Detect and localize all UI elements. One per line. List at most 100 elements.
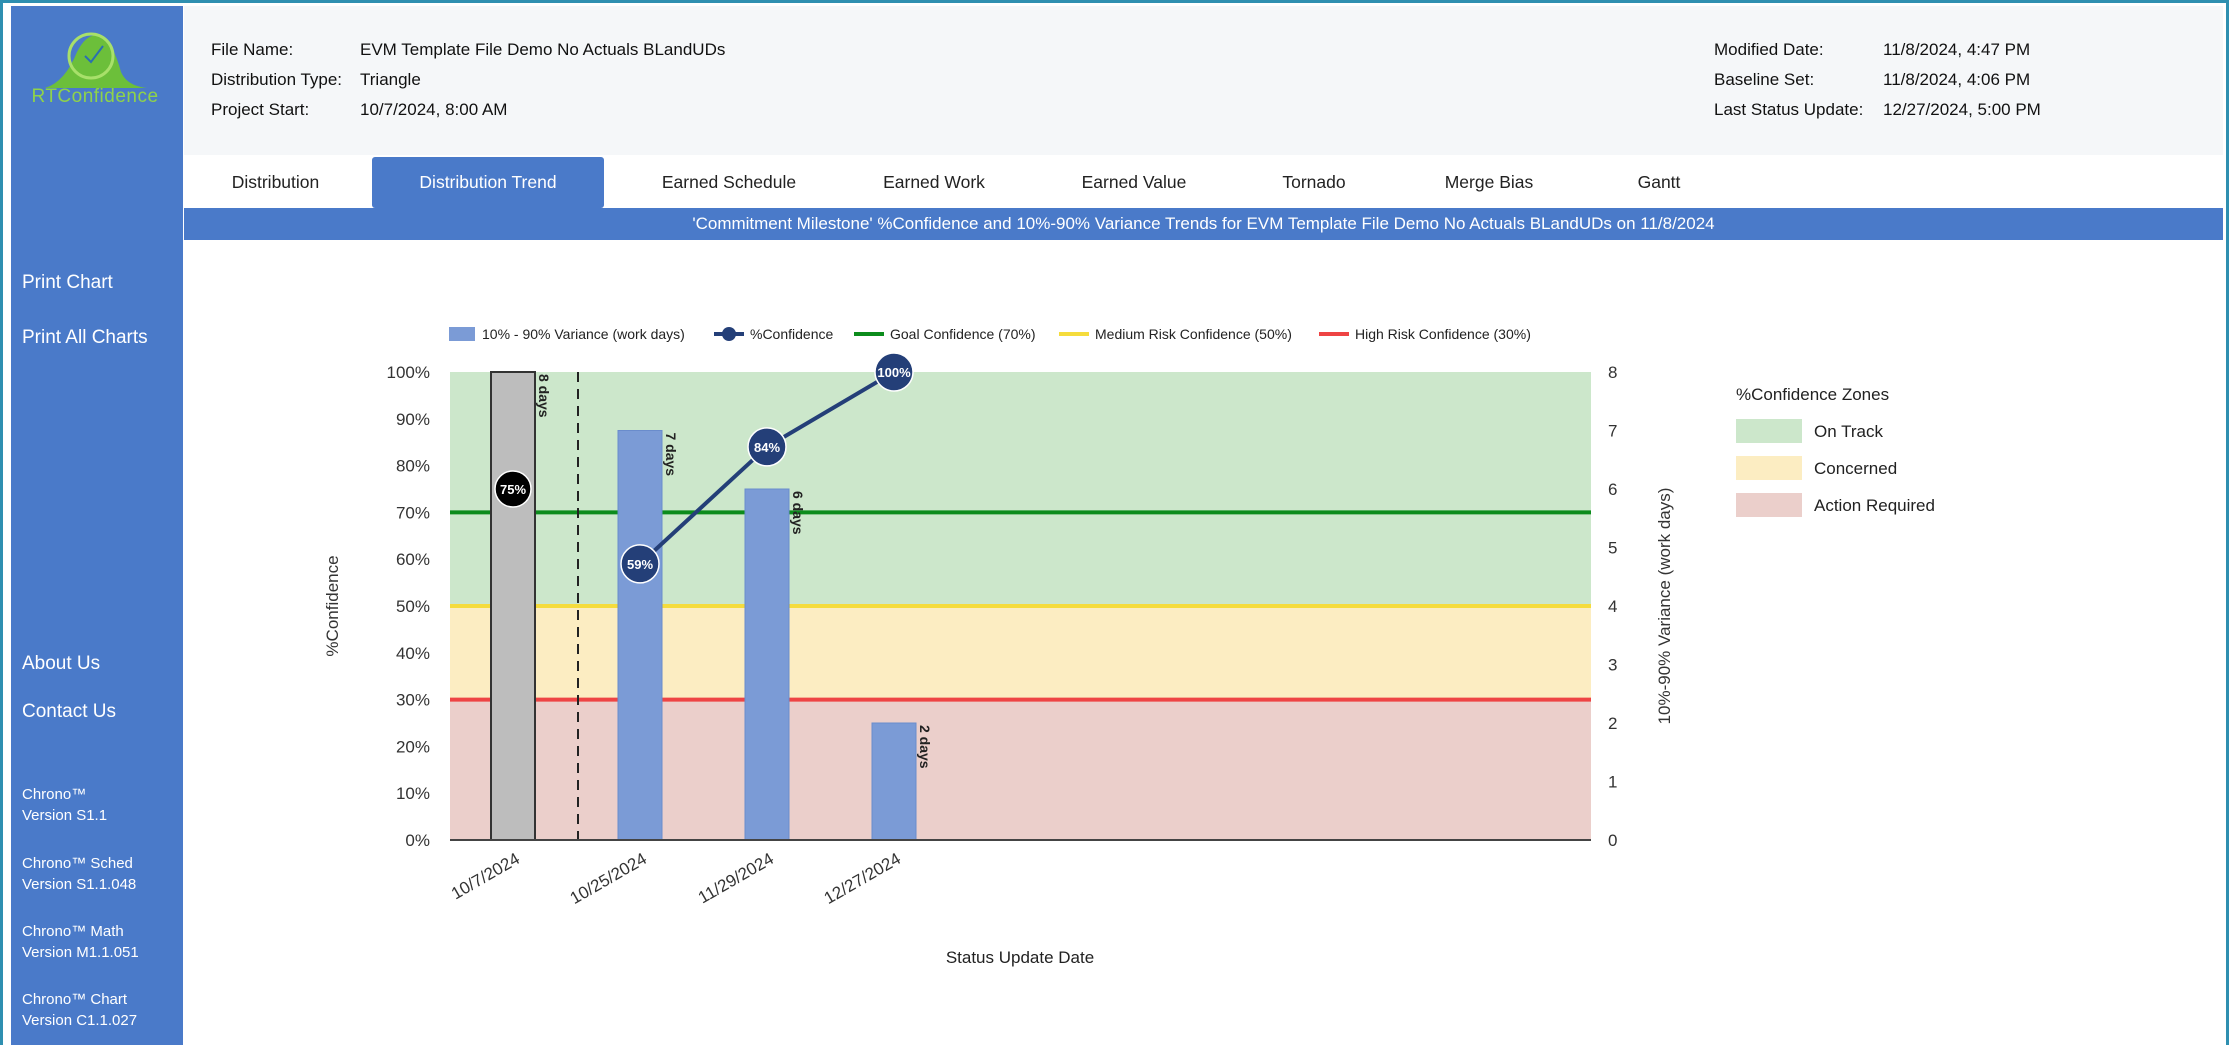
zone-legend-swatch: [1736, 419, 1802, 443]
y-tick-label: 80%: [396, 457, 430, 476]
zone-legend-label: Concerned: [1814, 459, 1897, 478]
variance-bar: [744, 488, 790, 841]
tab-tornado[interactable]: Tornado: [1239, 157, 1389, 208]
file-info-header: File Name: EVM Template File Demo No Act…: [184, 6, 2223, 155]
confidence-point-label: 59%: [627, 557, 653, 572]
bar-label: 6 days: [790, 491, 806, 535]
y-tick-label: 30%: [396, 691, 430, 710]
file-name-value: EVM Template File Demo No Actuals BLandU…: [360, 40, 726, 59]
variance-bar: [490, 371, 536, 841]
distribution-type-label: Distribution Type:: [211, 70, 343, 89]
print-chart-link[interactable]: Print Chart: [22, 272, 113, 294]
legend-label: Goal Confidence (70%): [890, 326, 1036, 342]
version-chrono: Chrono™ Version S1.1: [22, 784, 107, 826]
version-number: Version M1.1.051: [22, 944, 139, 961]
y2-tick-label: 8: [1608, 363, 1617, 382]
legend-label: %Confidence: [750, 326, 833, 342]
zone-legend-swatch: [1736, 456, 1802, 480]
y-tick-label: 100%: [387, 363, 430, 382]
y2-axis-title: 10%-90% Variance (work days): [1655, 488, 1674, 725]
x-tick-label: 10/25/2024: [567, 849, 650, 908]
version-chrono-chart: Chrono™ Chart Version C1.1.027: [22, 989, 137, 1031]
about-us-link[interactable]: About Us: [22, 653, 100, 675]
zone-legend-title: %Confidence Zones: [1736, 385, 1889, 404]
legend-label: 10% - 90% Variance (work days): [482, 326, 685, 342]
last-status-update-value: 12/27/2024, 5:00 PM: [1883, 100, 2041, 119]
modified-date-label: Modified Date:: [1714, 40, 1824, 59]
version-name: Chrono™ Math: [22, 923, 124, 940]
version-number: Version S1.1.048: [22, 876, 137, 893]
y-tick-label: 0%: [405, 831, 430, 850]
legend-label: Medium Risk Confidence (50%): [1095, 326, 1292, 342]
baseline-set-label: Baseline Set:: [1714, 70, 1815, 89]
tab-gantt[interactable]: Gantt: [1594, 157, 1724, 208]
y-tick-label: 10%: [396, 784, 430, 803]
legend-label: High Risk Confidence (30%): [1355, 326, 1531, 342]
y2-tick-label: 5: [1608, 539, 1617, 558]
tab-earned-schedule[interactable]: Earned Schedule: [629, 157, 829, 208]
y-tick-label: 70%: [396, 503, 430, 522]
version-name: Chrono™: [22, 786, 87, 803]
version-name: Chrono™ Sched: [22, 855, 133, 872]
zone-legend-swatch: [1736, 493, 1802, 517]
bar-label: 8 days: [536, 374, 552, 418]
version-number: Version C1.1.027: [22, 1012, 138, 1029]
tab-distribution[interactable]: Distribution: [184, 157, 367, 208]
x-tick-label: 10/7/2024: [448, 849, 523, 903]
y2-tick-label: 3: [1608, 656, 1617, 675]
version-name: Chrono™ Chart: [22, 991, 128, 1008]
x-tick-label: 12/27/2024: [821, 849, 904, 908]
variance-bar: [617, 430, 663, 841]
zone-legend: %Confidence Zones On Track Concerned Action…: [1736, 385, 1935, 517]
y2-tick-label: 4: [1608, 597, 1617, 616]
version-number: Version S1.1: [22, 807, 108, 824]
file-name-label: File Name:: [211, 40, 294, 59]
variance-bar: [871, 722, 917, 841]
y-tick-label: 90%: [396, 410, 430, 429]
y2-tick-label: 1: [1608, 773, 1617, 792]
chart-banner-title: 'Commitment Milestone' %Confidence and 1…: [184, 208, 2223, 240]
zone-legend-label: On Track: [1814, 422, 1883, 441]
chart-legend: 10% - 90% Variance (work days) %Confidenc…: [449, 326, 1531, 342]
sidebar: RTConfidence Print Chart Print All Chart…: [11, 6, 183, 1045]
project-start-label: Project Start:: [211, 100, 310, 119]
confidence-point-label: 75%: [500, 482, 526, 497]
y-axis-title: %Confidence: [323, 555, 342, 656]
version-chrono-sched: Chrono™ Sched Version S1.1.048: [22, 853, 136, 895]
confidence-point-label: 84%: [754, 440, 780, 455]
confidence-point-label: 100%: [877, 365, 911, 380]
tab-bar: Distribution Distribution Trend Earned S…: [184, 155, 2223, 208]
y-tick-label: 40%: [396, 644, 430, 663]
chart-area: 8 days 7 days 6 days 2 days 0% 10% 20% 30% 40% 5…: [184, 240, 2223, 1045]
bar-label: 7 days: [663, 433, 679, 477]
contact-us-link[interactable]: Contact Us: [22, 701, 116, 723]
x-axis-title: Status Update Date: [946, 948, 1094, 967]
y2-tick-label: 7: [1608, 422, 1617, 441]
legend-marker-confidence: [722, 327, 736, 341]
app-logo: RTConfidence: [25, 22, 165, 112]
tab-earned-value[interactable]: Earned Value: [1044, 157, 1224, 208]
y2-tick-label: 6: [1608, 480, 1617, 499]
bar-label: 2 days: [917, 725, 933, 769]
x-tick-label: 11/29/2024: [695, 849, 777, 907]
print-all-charts-link[interactable]: Print All Charts: [22, 327, 148, 349]
tab-merge-bias[interactable]: Merge Bias: [1399, 157, 1579, 208]
logo-text: RTConfidence: [31, 86, 159, 107]
y2-tick-label: 0: [1608, 831, 1617, 850]
distribution-trend-chart: 8 days 7 days 6 days 2 days 0% 10% 20% 30% 40% 5…: [323, 326, 1935, 967]
y2-tick-label: 2: [1608, 714, 1617, 733]
zone-legend-label: Action Required: [1814, 496, 1935, 515]
baseline-set-value: 11/8/2024, 4:06 PM: [1883, 70, 2031, 89]
legend-swatch-variance: [449, 327, 475, 341]
version-chrono-math: Chrono™ Math Version M1.1.051: [22, 921, 139, 963]
last-status-update-label: Last Status Update:: [1714, 100, 1864, 119]
y-tick-label: 60%: [396, 550, 430, 569]
modified-date-value: 11/8/2024, 4:47 PM: [1883, 40, 2031, 59]
project-start-value: 10/7/2024, 8:00 AM: [360, 100, 508, 119]
logo-icon: [45, 32, 147, 88]
distribution-type-value: Triangle: [360, 70, 421, 89]
tab-distribution-trend[interactable]: Distribution Trend: [372, 157, 604, 208]
y-tick-label: 50%: [396, 597, 430, 616]
y-tick-label: 20%: [396, 737, 430, 756]
tab-earned-work[interactable]: Earned Work: [844, 157, 1024, 208]
